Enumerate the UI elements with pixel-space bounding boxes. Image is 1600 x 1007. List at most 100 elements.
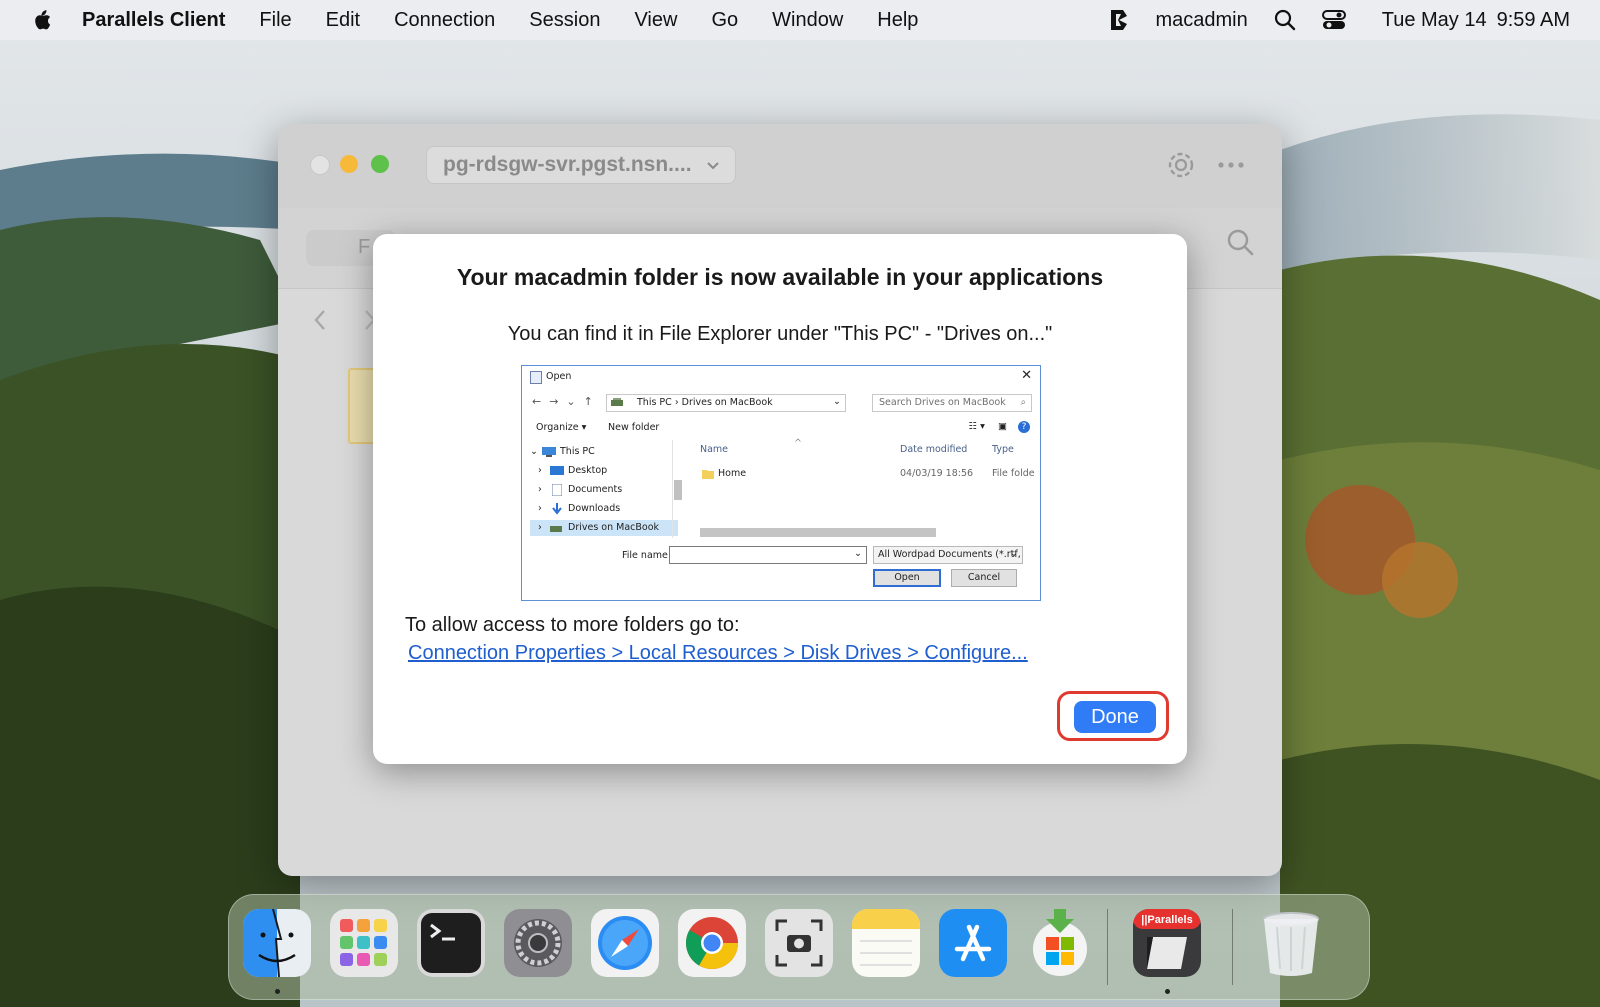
explorer-tree: ⌄ This PC › Desktop › Documents › Downlo…	[522, 440, 684, 540]
tree-item-downloads: › Downloads	[538, 503, 621, 515]
control-center-icon[interactable]	[1321, 9, 1346, 31]
disk-drives-settings-link[interactable]: Connection Properties > Local Resources …	[408, 642, 1028, 665]
file-row-date: 04/03/19 18:56	[900, 468, 974, 479]
explorer-search-placeholder: Search Drives on MacBook	[879, 397, 1006, 408]
tree-item-drives-on-macbook: › Drives on MacBook	[530, 520, 678, 536]
close-icon: ✕	[1021, 368, 1032, 383]
drive-icon	[550, 526, 562, 532]
parallels-badge-text: ||Parallels	[1141, 914, 1192, 926]
zoom-window-button[interactable]	[371, 155, 389, 173]
menu-user-name[interactable]: macadmin	[1155, 9, 1247, 32]
folder-icon	[702, 470, 714, 479]
menu-help[interactable]: Help	[877, 9, 918, 32]
finder-icon[interactable]	[243, 909, 311, 977]
minimize-window-button[interactable]	[340, 155, 358, 173]
chevron-down-icon: ⌄	[854, 548, 862, 559]
column-type: Type	[992, 444, 1014, 455]
done-button[interactable]: Done	[1074, 701, 1156, 733]
search-icon[interactable]	[1226, 228, 1254, 256]
download-arrow-icon	[552, 503, 562, 515]
explorer-title: Open	[546, 371, 572, 382]
view-options: ☷ ▾ ▣ ?	[969, 421, 1030, 433]
close-window-button[interactable]	[310, 155, 330, 175]
trash-icon[interactable]	[1257, 909, 1325, 977]
menu-edit[interactable]: Edit	[326, 9, 360, 32]
new-folder-label: New folder	[608, 422, 660, 433]
dock-separator	[1107, 909, 1108, 985]
software-center-icon[interactable]	[1026, 909, 1094, 977]
file-name-field: ⌄	[669, 546, 867, 564]
chrome-icon[interactable]	[678, 909, 746, 977]
explorer-address-text: This PC › Drives on MacBook	[637, 397, 773, 408]
file-explorer-screenshot: Open ✕ ←→⌄↑ This PC › Drives on MacBook …	[521, 365, 1041, 601]
running-indicator	[275, 989, 280, 994]
menu-session[interactable]: Session	[529, 9, 600, 32]
file-name-label: File name:	[622, 550, 672, 561]
clock-time: 9:59 AM	[1496, 8, 1570, 31]
spotlight-search-icon[interactable]	[1274, 9, 1296, 31]
launchpad-icon[interactable]	[330, 909, 398, 977]
host-name: pg-rdsgw-svr.pgst.nsn....	[443, 153, 692, 176]
dock-separator	[1232, 909, 1233, 985]
file-type-value: All Wordpad Documents (*.rtf,	[878, 549, 1021, 560]
tree-label-desktop: Desktop	[568, 465, 608, 476]
organize-menu: Organize ▾	[536, 422, 587, 433]
back-arrow-icon[interactable]	[312, 308, 328, 332]
gear-icon[interactable]	[1164, 148, 1198, 182]
menu-app-name[interactable]: Parallels Client	[82, 9, 225, 32]
file-type-select: All Wordpad Documents (*.rtf, ⌄	[873, 546, 1023, 564]
parallels-client-icon[interactable]: ||Parallels	[1133, 909, 1201, 977]
computer-icon	[542, 447, 556, 457]
system-settings-icon[interactable]	[504, 909, 572, 977]
explorer-cancel-button: Cancel	[951, 569, 1017, 587]
menu-bar: Parallels Client File Edit Connection Se…	[0, 0, 1600, 40]
preview-pane-icon: ▣	[997, 421, 1007, 432]
address-this-pc: This PC	[637, 397, 672, 408]
view-icon: ☷ ▾	[968, 421, 985, 432]
tree-item-documents: › Documents	[538, 484, 623, 496]
menu-clock[interactable]: Tue May 14 9:59 AM	[1372, 9, 1570, 32]
dialog-subtitle: You can find it in File Explorer under "…	[507, 323, 1053, 345]
tree-scrollbar	[672, 440, 683, 538]
tree-label-this-pc: This PC	[560, 446, 595, 457]
file-list-header: Name ^ Date modified Type	[684, 438, 1040, 458]
desktop-icon	[550, 466, 564, 475]
tree-label-documents: Documents	[568, 484, 623, 495]
menu-view[interactable]: View	[634, 9, 677, 32]
notes-icon[interactable]	[852, 909, 920, 977]
explorer-search: Search Drives on MacBook ⌕	[872, 394, 1032, 412]
file-list-scrollbar	[688, 526, 1028, 538]
column-date-modified: Date modified	[900, 444, 968, 455]
clock-date: Tue May 14	[1381, 8, 1487, 31]
more-options-icon[interactable]	[1218, 162, 1244, 168]
help-icon: ?	[1018, 421, 1030, 433]
chevron-down-icon: ⌄	[1010, 548, 1018, 559]
tree-label-drives: Drives on MacBook	[568, 522, 660, 533]
parallels-status-icon[interactable]	[1107, 8, 1129, 32]
dock: ||Parallels	[228, 894, 1370, 1000]
chevron-down-icon: ⌄	[833, 396, 841, 407]
file-row-name: Home	[718, 468, 747, 479]
menu-connection[interactable]: Connection	[394, 9, 495, 32]
screenshot-icon[interactable]	[765, 909, 833, 977]
apple-menu-icon[interactable]	[30, 8, 52, 32]
file-row-home: Home 04/03/19 18:56 File folde	[702, 466, 1040, 482]
menu-go[interactable]: Go	[711, 9, 738, 32]
document-icon	[530, 371, 542, 384]
menu-window[interactable]: Window	[772, 9, 843, 32]
explorer-open-button: Open	[873, 569, 941, 587]
running-indicator	[1165, 989, 1170, 994]
app-store-icon[interactable]	[939, 909, 1007, 977]
dialog-title: Your macadmin folder is now available in…	[456, 264, 1104, 290]
tree-item-this-pc: ⌄ This PC	[530, 446, 595, 457]
host-selector[interactable]: pg-rdsgw-svr.pgst.nsn....	[426, 146, 736, 184]
file-row-type: File folde	[992, 468, 1035, 479]
tree-item-desktop: › Desktop	[538, 465, 608, 476]
menu-file[interactable]: File	[259, 9, 291, 32]
chevron-down-icon	[707, 162, 719, 170]
safari-icon[interactable]	[591, 909, 659, 977]
terminal-icon[interactable]	[417, 909, 485, 977]
tree-label-downloads: Downloads	[568, 503, 621, 514]
explorer-address-bar: This PC › Drives on MacBook ⌄	[606, 394, 846, 412]
drive-icon	[611, 398, 623, 406]
